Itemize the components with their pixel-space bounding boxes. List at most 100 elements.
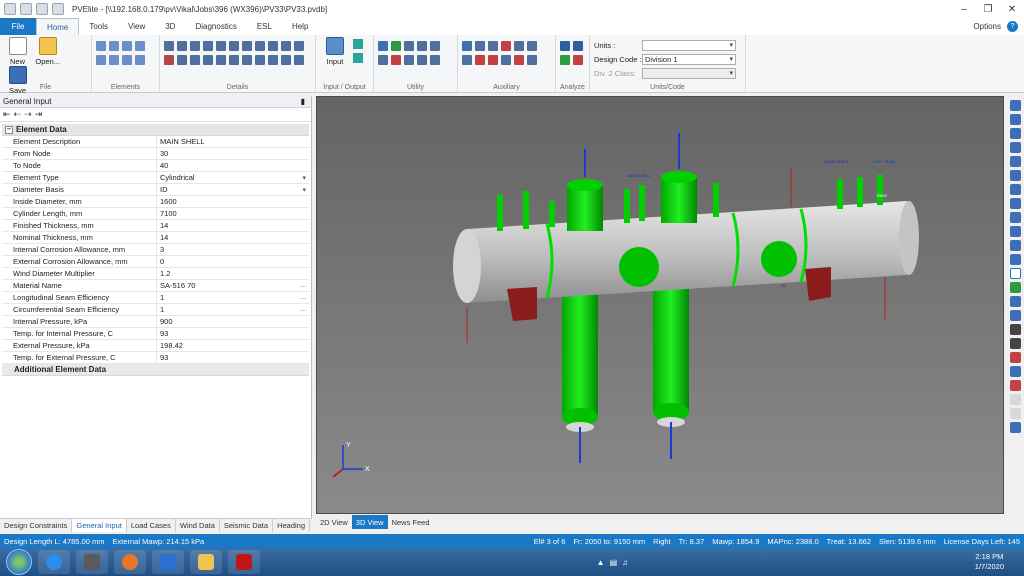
property-value[interactable]: 198.42: [157, 340, 309, 351]
view-back-icon[interactable]: [1009, 114, 1021, 125]
collapse-icon[interactable]: –: [5, 125, 13, 134]
view-right-icon[interactable]: [1009, 170, 1021, 181]
stiffener-icon[interactable]: [164, 41, 174, 51]
property-value[interactable]: 1600: [157, 196, 309, 207]
property-value[interactable]: 14: [157, 232, 309, 243]
manway-2[interactable]: [761, 241, 797, 277]
input-button[interactable]: Input: [320, 37, 350, 66]
aux-saddle-icon[interactable]: [475, 55, 485, 65]
calculator-icon[interactable]: [378, 55, 388, 65]
tab-general-input[interactable]: General Input: [72, 519, 127, 532]
taskbar-acrobat[interactable]: [228, 550, 260, 574]
ellipsis-button[interactable]: ...: [300, 294, 306, 301]
aux-wrc-icon[interactable]: [462, 55, 472, 65]
property-value[interactable]: 0: [157, 256, 309, 267]
aux-leg-icon[interactable]: [488, 41, 498, 51]
tab-heading[interactable]: Heading: [273, 519, 311, 532]
saddle-icon[interactable]: [164, 55, 174, 65]
orbit-icon[interactable]: [1009, 268, 1021, 279]
elliptical-head-icon[interactable]: [122, 41, 132, 51]
view-iso-icon[interactable]: [1009, 184, 1021, 195]
reset-view-icon[interactable]: [1009, 366, 1021, 377]
view-bottom-icon[interactable]: [1009, 142, 1021, 153]
torispherical-head-icon[interactable]: [96, 55, 106, 65]
insulation-icon[interactable]: [242, 41, 252, 51]
taskbar-pvelite[interactable]: [152, 550, 184, 574]
undo-view-icon[interactable]: [1009, 422, 1021, 433]
network-icon[interactable]: ▤: [610, 558, 618, 567]
view-front-icon[interactable]: [1009, 100, 1021, 111]
cone-element-icon[interactable]: [109, 41, 119, 51]
property-value[interactable]: 14: [157, 220, 309, 231]
zoom-window-icon[interactable]: [1009, 240, 1021, 251]
cone-icon[interactable]: [294, 55, 304, 65]
previous-element-icon[interactable]: ⇠: [14, 109, 22, 120]
tab-news-feed[interactable]: News Feed: [388, 515, 434, 529]
output-icon[interactable]: [353, 39, 364, 49]
taskbar-explorer[interactable]: [190, 550, 222, 574]
file-tab[interactable]: File: [0, 18, 36, 35]
property-value[interactable]: 40: [157, 160, 309, 171]
hub-icon[interactable]: [268, 55, 278, 65]
aux-flange-icon[interactable]: [462, 41, 472, 51]
property-value[interactable]: 93: [157, 352, 309, 363]
property-value[interactable]: 1...: [157, 292, 309, 303]
chevron-down-icon[interactable]: ▾: [302, 174, 306, 182]
start-button[interactable]: [6, 549, 32, 575]
compare-icon[interactable]: [417, 55, 427, 65]
opening-icon[interactable]: [242, 55, 252, 65]
list-icon[interactable]: [430, 55, 440, 65]
tab-wind-data[interactable]: Wind Data: [176, 519, 220, 532]
help-icon[interactable]: ?: [1007, 21, 1018, 32]
last-element-icon[interactable]: ⇥: [35, 109, 43, 120]
skirt-element-icon[interactable]: [122, 55, 132, 65]
leg-icon[interactable]: [281, 41, 291, 51]
property-value[interactable]: 93: [157, 328, 309, 339]
copy-view-icon[interactable]: [1009, 394, 1021, 405]
ring-icon[interactable]: [229, 55, 239, 65]
new-button[interactable]: New: [4, 37, 31, 66]
next-element-icon[interactable]: ⇢: [24, 109, 32, 120]
design-code-dropdown[interactable]: Division 1: [642, 53, 736, 65]
properties-icon[interactable]: [1009, 408, 1021, 419]
error-check-icon[interactable]: [573, 41, 583, 51]
zoom-out-icon[interactable]: [1009, 296, 1021, 307]
select-icon[interactable]: [1009, 324, 1021, 335]
pin-icon[interactable]: ▮: [301, 97, 305, 106]
tab-home[interactable]: Home: [36, 18, 80, 35]
tab-3d[interactable]: 3D: [155, 18, 185, 35]
view-left-icon[interactable]: [1009, 156, 1021, 167]
minimize-button[interactable]: –: [952, 0, 976, 18]
aux-tailing-icon[interactable]: [527, 41, 537, 51]
dome-1[interactable]: [567, 179, 603, 231]
element-data-section[interactable]: – Element Data: [2, 124, 309, 136]
view-top-icon[interactable]: [1009, 128, 1021, 139]
property-value[interactable]: 1.2: [157, 268, 309, 279]
3d-viewport[interactable]: Y X MAIN SHELL MAIN SHELL LEFT HEAD RING…: [316, 96, 1004, 514]
filter-icon[interactable]: [391, 41, 401, 51]
saddle-left[interactable]: [507, 287, 537, 321]
zoom-in-icon[interactable]: [1009, 282, 1021, 293]
property-value[interactable]: ID ▾: [157, 184, 309, 195]
halfpipe-icon[interactable]: [177, 55, 187, 65]
aux-nozzle-icon[interactable]: [475, 41, 485, 51]
saddle-right[interactable]: [805, 267, 831, 301]
taskbar-ie[interactable]: [38, 550, 70, 574]
taskbar-calculator[interactable]: [76, 550, 108, 574]
force-moment-icon[interactable]: [203, 41, 213, 51]
welded-flat-icon[interactable]: [135, 55, 145, 65]
tab-3d-view[interactable]: 3D View: [351, 515, 388, 529]
volume-icon[interactable]: ♫: [622, 558, 628, 567]
additional-element-data-section[interactable]: Additional Element Data: [2, 364, 309, 376]
find-icon[interactable]: [378, 41, 388, 51]
clip-icon[interactable]: [281, 55, 291, 65]
aux-thermal-icon[interactable]: [514, 55, 524, 65]
open-button[interactable]: Open...: [34, 37, 61, 66]
taskbar-firefox[interactable]: [114, 550, 146, 574]
report-icon[interactable]: [353, 53, 364, 63]
undo-icon[interactable]: [20, 3, 32, 15]
redo-icon[interactable]: [36, 3, 48, 15]
boot-leg-1[interactable]: [562, 287, 598, 432]
property-value[interactable]: 1...: [157, 304, 309, 315]
tray-icon[interactable]: [268, 41, 278, 51]
